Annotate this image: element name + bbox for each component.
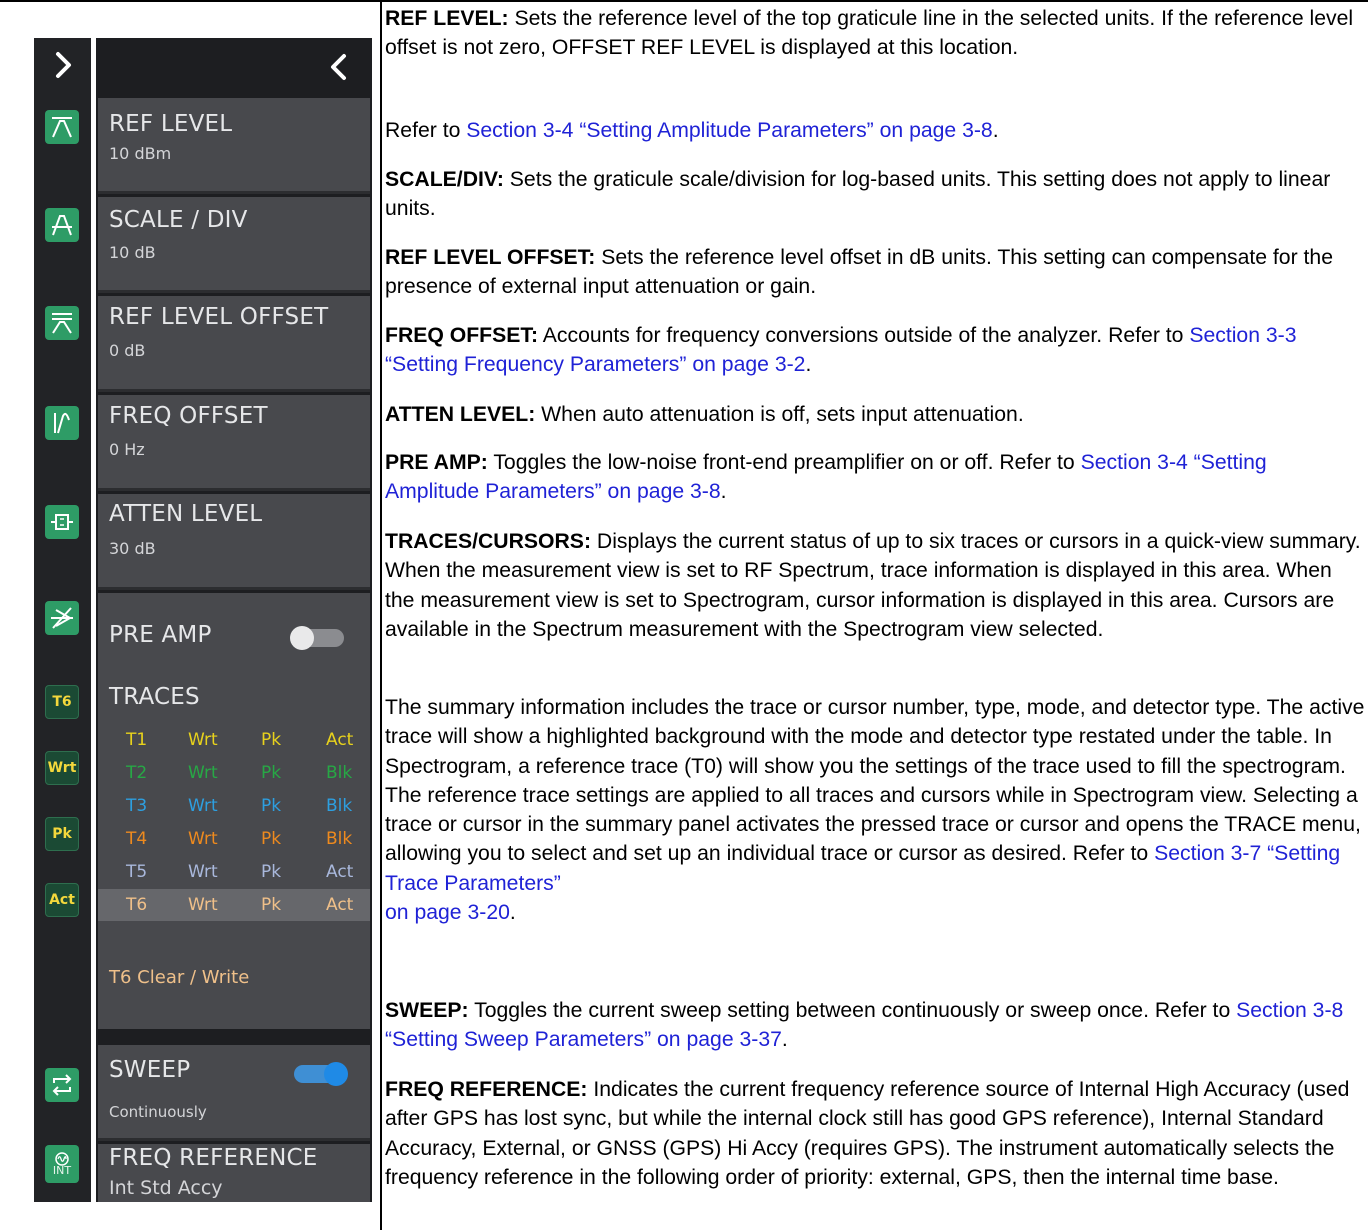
trace-row[interactable]: T3 Wrt Pk Blk <box>98 790 370 822</box>
trace-mode: Pk <box>261 862 282 882</box>
freq-ref-int-label: INT <box>52 1164 72 1177</box>
atten-level-desc: ATTEN LEVEL: When auto attenuation is of… <box>385 403 1024 426</box>
trace-row[interactable]: T5 Wrt Pk Act <box>98 856 370 888</box>
trace-row[interactable]: T1 Wrt Pk Act <box>98 724 370 756</box>
ref-offset-icon[interactable] <box>45 306 79 340</box>
card-value: 0 dB <box>109 341 146 360</box>
traces-card[interactable]: TRACES T1 Wrt Pk Act T2 Wrt Pk Blk T3 Wrt Pk Blk T4 W… <box>98 678 370 1029</box>
card-title: ATTEN LEVEL <box>109 501 263 527</box>
ref-level-desc: REF LEVEL: Sets the reference level of t… <box>385 7 1354 60</box>
atten-icon[interactable] <box>45 505 79 539</box>
freq-reference-card[interactable]: FREQ REFERENCE Int Std Accy <box>98 1144 370 1202</box>
trace-detector-indicator[interactable]: Act <box>45 883 79 917</box>
trace-type-indicator[interactable]: Wrt <box>45 751 79 785</box>
trace-mode: Pk <box>261 796 282 816</box>
settings-panel: REF LEVEL 10 dBm SCALE / DIV 10 dB REF L… <box>96 38 372 1202</box>
freq-offset-desc: FREQ OFFSET: Accounts for frequency conv… <box>385 324 1297 377</box>
card-title: FREQ OFFSET <box>109 403 268 429</box>
trace-detector: Act <box>326 895 354 915</box>
sweep-toggle[interactable] <box>294 1062 348 1086</box>
trace-type: Wrt <box>188 829 218 849</box>
trace-id: T5 <box>126 862 148 882</box>
trace-id-indicator[interactable]: T6 <box>45 685 79 719</box>
sweep-card[interactable]: SWEEP Continuously <box>98 1045 370 1141</box>
trace-detector: Blk <box>326 763 353 783</box>
freq-reference-desc: FREQ REFERENCE: Indicates the current fr… <box>385 1078 1350 1189</box>
trace-detector: Blk <box>326 829 353 849</box>
trace-type: Wrt <box>188 796 218 816</box>
card-title: FREQ REFERENCE <box>109 1145 318 1171</box>
sweep-continuous-icon[interactable] <box>45 1068 79 1102</box>
scale-div-desc: SCALE/DIV: Sets the graticule scale/divi… <box>385 168 1331 221</box>
trace-id: T6 <box>126 895 148 915</box>
trace-id: T2 <box>126 763 148 783</box>
section-3-4-link[interactable]: Section 3-4 “Setting Amplitude Parameter… <box>466 119 992 142</box>
ref-level-ref: Refer to Section 3-4 “Setting Amplitude … <box>385 119 999 142</box>
column-divider <box>380 0 382 1230</box>
traces-cursors-desc: TRACES/CURSORS: Displays the current sta… <box>385 530 1361 641</box>
trace-id: T4 <box>126 829 148 849</box>
icon-rail: T6 Wrt Pk Act INT <box>34 38 91 1202</box>
trace-type: Wrt <box>188 895 218 915</box>
active-trace-summary: T6 Clear / Write <box>109 967 250 988</box>
trace-row[interactable]: T4 Wrt Pk Blk <box>98 823 370 855</box>
atten-level-card[interactable]: ATTEN LEVEL 30 dB <box>98 494 370 590</box>
pre-amp-toggle[interactable] <box>290 626 344 650</box>
freq-ref-int-icon[interactable]: INT <box>45 1145 79 1183</box>
card-title: REF LEVEL <box>109 111 233 137</box>
summary-desc: The summary information includes the tra… <box>385 696 1365 925</box>
trace-detector: Act <box>326 862 354 882</box>
trace-type: Wrt <box>188 763 218 783</box>
section-3-7-page-link[interactable]: on page 3-20 <box>385 901 510 924</box>
trace-id: T3 <box>126 796 148 816</box>
ref-level-icon[interactable] <box>45 110 79 144</box>
card-value: 0 Hz <box>109 440 145 459</box>
trace-mode: Pk <box>261 895 282 915</box>
toggle-knob <box>290 626 314 650</box>
trace-row[interactable]: T2 Wrt Pk Blk <box>98 757 370 789</box>
pre-amp-desc: PRE AMP: Toggles the low-noise front-end… <box>385 451 1267 504</box>
collapse-chevron-icon[interactable] <box>324 52 354 82</box>
trace-detector: Act <box>326 730 354 750</box>
card-title: SCALE / DIV <box>109 207 248 233</box>
card-title: TRACES <box>109 684 200 710</box>
card-title: SWEEP <box>109 1057 191 1083</box>
panel-header <box>96 38 372 96</box>
card-title: REF LEVEL OFFSET <box>109 304 329 330</box>
trace-id: T1 <box>126 730 148 750</box>
ref-level-card[interactable]: REF LEVEL 10 dBm <box>98 98 370 194</box>
card-value: 30 dB <box>109 539 156 558</box>
trace-type: Wrt <box>188 862 218 882</box>
toggle-knob <box>324 1062 348 1086</box>
card-value: Int Std Accy <box>109 1177 223 1199</box>
pre-amp-card[interactable]: PRE AMP <box>98 593 370 686</box>
card-title: PRE AMP <box>109 622 212 648</box>
preamp-off-icon[interactable] <box>45 601 79 635</box>
card-value: Continuously <box>109 1103 207 1121</box>
trace-mode: Pk <box>261 730 282 750</box>
sweep-desc: SWEEP: Toggles the current sweep setting… <box>385 999 1344 1052</box>
scale-div-card[interactable]: SCALE / DIV 10 dB <box>98 197 370 293</box>
ref-level-offset-desc: REF LEVEL OFFSET: Sets the reference lev… <box>385 246 1333 299</box>
card-value: 10 dB <box>109 243 156 262</box>
trace-mode: Pk <box>261 829 282 849</box>
top-rule <box>0 0 1368 2</box>
freq-offset-card[interactable]: FREQ OFFSET 0 Hz <box>98 395 370 491</box>
scale-div-icon[interactable] <box>45 208 79 242</box>
freq-offset-icon[interactable] <box>45 406 79 440</box>
expand-chevron-icon[interactable] <box>48 50 78 80</box>
trace-mode: Pk <box>261 763 282 783</box>
trace-type: Wrt <box>188 730 218 750</box>
card-value: 10 dBm <box>109 144 172 163</box>
trace-detector: Blk <box>326 796 353 816</box>
ref-level-offset-card[interactable]: REF LEVEL OFFSET 0 dB <box>98 296 370 392</box>
trace-row[interactable]: T6 Wrt Pk Act <box>98 889 370 921</box>
trace-mode-indicator[interactable]: Pk <box>45 817 79 851</box>
